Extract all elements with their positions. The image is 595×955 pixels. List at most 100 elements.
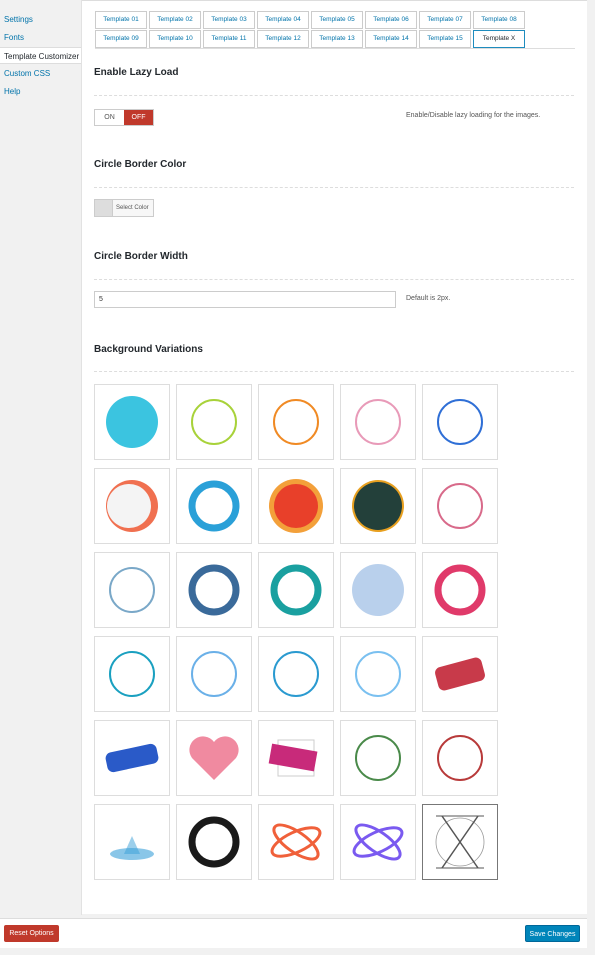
background-option[interactable]: [176, 384, 252, 460]
background-option[interactable]: [258, 720, 334, 796]
dotted-network-ring-icon: [109, 567, 155, 613]
background-option[interactable]: [422, 552, 498, 628]
background-option[interactable]: [340, 384, 416, 460]
white-orange-3d-ring-icon: [106, 480, 158, 532]
background-option[interactable]: [94, 384, 170, 460]
sidebar-item-custom-css[interactable]: Custom CSS: [0, 65, 81, 82]
toggle-off[interactable]: OFF: [124, 110, 153, 125]
tab-template-10[interactable]: Template 10: [149, 30, 201, 48]
background-option[interactable]: [340, 468, 416, 544]
select-color-button[interactable]: Select Color: [94, 199, 154, 217]
sidebar-item-fonts[interactable]: Fonts: [0, 29, 81, 46]
background-option[interactable]: [176, 804, 252, 880]
tab-template-06[interactable]: Template 06: [365, 11, 417, 29]
divider: [94, 95, 574, 96]
red-twig-wreath-icon: [437, 735, 483, 781]
background-option[interactable]: [176, 636, 252, 712]
thin-multicolor-ring-icon: [437, 483, 483, 529]
background-option[interactable]: [422, 804, 498, 880]
color-swatch: [95, 200, 113, 216]
toggle-on[interactable]: ON: [95, 110, 124, 125]
tab-template-04[interactable]: Template 04: [257, 11, 309, 29]
red-orbit-rings-icon: [270, 823, 322, 861]
blue-radial-dots-icon: [273, 651, 319, 697]
blue-scribble-circle-icon: [352, 564, 404, 616]
border-color-title: Circle Border Color: [94, 159, 187, 170]
pastel-watercolor-ring-icon: [355, 399, 401, 445]
blue-brush-stroke-icon: [105, 743, 159, 773]
border-width-input[interactable]: 5: [94, 291, 396, 308]
rainbow-ring-icon: [188, 480, 240, 532]
orange-brush-ring-icon: [273, 399, 319, 445]
sidebar-item-settings[interactable]: Settings: [0, 11, 81, 28]
tab-template-12[interactable]: Template 12: [257, 30, 309, 48]
background-option[interactable]: [258, 384, 334, 460]
background-option[interactable]: [94, 636, 170, 712]
tab-divider: [95, 48, 575, 49]
tab-template-14[interactable]: Template 14: [365, 30, 417, 48]
background-option[interactable]: [94, 552, 170, 628]
blue-sketch-sphere-icon: [188, 564, 240, 616]
blue-brush-ring-icon: [437, 399, 483, 445]
footer-bar: [0, 918, 587, 948]
blue-hud-circle-icon: [191, 651, 237, 697]
tab-template-x[interactable]: Template X: [473, 30, 525, 48]
background-option[interactable]: [94, 804, 170, 880]
save-changes-button[interactable]: Save Changes: [525, 925, 580, 942]
background-option[interactable]: [258, 804, 334, 880]
red-orange-blob-circle-icon: [269, 479, 323, 533]
pink-watercolor-heart-icon: [189, 736, 239, 780]
main-panel: Template 01 Template 02 Template 03 Templat…: [82, 0, 587, 914]
tab-template-03[interactable]: Template 03: [203, 11, 255, 29]
divider: [94, 371, 574, 372]
background-option[interactable]: [340, 636, 416, 712]
tab-template-11[interactable]: Template 11: [203, 30, 255, 48]
background-option[interactable]: [340, 720, 416, 796]
tab-template-09[interactable]: Template 09: [95, 30, 147, 48]
dark-green-gold-circle-icon: [352, 480, 404, 532]
background-option[interactable]: [340, 804, 416, 880]
lazy-load-help: Enable/Disable lazy loading for the imag…: [406, 112, 541, 119]
background-option[interactable]: [176, 552, 252, 628]
divider: [94, 279, 574, 280]
tab-template-08[interactable]: Template 08: [473, 11, 525, 29]
template-tabs: Template 01 Template 02 Template 03 Templat…: [95, 11, 575, 49]
lazy-load-toggle[interactable]: ON OFF: [94, 109, 154, 126]
background-option[interactable]: [340, 552, 416, 628]
background-option[interactable]: [422, 468, 498, 544]
reset-options-button[interactable]: Reset Options: [4, 925, 59, 942]
teal-green-swirl-ring-icon: [270, 564, 322, 616]
tab-template-05[interactable]: Template 05: [311, 11, 363, 29]
background-option[interactable]: [258, 552, 334, 628]
magenta-brush-square-icon: [268, 739, 318, 777]
tab-row-1: Template 01 Template 02 Template 03 Templat…: [95, 11, 575, 29]
background-option[interactable]: [422, 384, 498, 460]
background-option[interactable]: [258, 468, 334, 544]
border-width-help: Default is 2px.: [406, 295, 451, 302]
x-letter-circle-icon: [435, 815, 485, 869]
background-option[interactable]: [176, 720, 252, 796]
select-color-label: Select Color: [116, 205, 149, 211]
background-variations-grid: [94, 384, 504, 880]
background-option[interactable]: [422, 720, 498, 796]
green-yellow-brush-ring-icon: [191, 399, 237, 445]
tab-template-07[interactable]: Template 07: [419, 11, 471, 29]
sidebar-item-help[interactable]: Help: [0, 83, 81, 100]
tab-template-01[interactable]: Template 01: [95, 11, 147, 29]
background-option[interactable]: [422, 636, 498, 712]
background-option[interactable]: [94, 468, 170, 544]
background-option[interactable]: [258, 636, 334, 712]
sidebar-list: Settings Fonts Template Customizer Custom C…: [0, 0, 81, 100]
backgrounds-title: Background Variations: [94, 344, 203, 355]
teal-polygon-splash-icon: [109, 651, 155, 697]
tab-template-02[interactable]: Template 02: [149, 11, 201, 29]
background-option[interactable]: [176, 468, 252, 544]
border-width-title: Circle Border Width: [94, 251, 188, 262]
water-splash-icon: [110, 836, 154, 860]
sidebar-item-template-customizer[interactable]: Template Customizer: [0, 47, 81, 64]
tab-template-15[interactable]: Template 15: [419, 30, 471, 48]
background-option[interactable]: [94, 720, 170, 796]
blue-glow-target-icon: [355, 651, 401, 697]
floral-wreath-ring-icon: [355, 735, 401, 781]
tab-template-13[interactable]: Template 13: [311, 30, 363, 48]
